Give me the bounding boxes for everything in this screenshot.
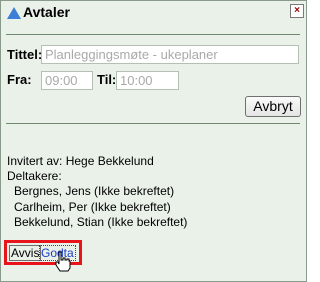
to-time-input[interactable] [116, 71, 179, 90]
participant-item: Bekkelund, Stian (Ikke bekreftet) [14, 215, 188, 229]
dialog-title: Avtaler [23, 4, 70, 20]
participant-item: Carlheim, Per (Ikke bekreftet) [14, 200, 171, 214]
hand-cursor-icon [55, 251, 71, 272]
participant-item: Bergnes, Jens (Ikke bekreftet) [14, 184, 175, 198]
from-field-label: Fra: [7, 72, 32, 87]
invited-by-text: Invitert av: Hege Bekkelund [7, 154, 154, 168]
appointments-dialog: Avtaler × Tittel: Fra: Til: Avbryt Invit… [0, 0, 307, 282]
decline-link[interactable]: Avvis [9, 245, 42, 261]
participants-heading: Deltakere: [7, 169, 62, 183]
from-time-input[interactable] [41, 71, 93, 90]
title-field-label: Tittel: [7, 47, 43, 62]
divider-top [6, 34, 300, 35]
close-icon[interactable]: × [290, 4, 304, 18]
to-field-label: Til: [97, 72, 117, 87]
cancel-button[interactable]: Avbryt [245, 96, 301, 117]
triangle-up-icon [7, 7, 21, 19]
divider-middle [6, 123, 300, 124]
dialog-titlebar[interactable]: Avtaler × [2, 2, 305, 22]
title-input[interactable] [41, 45, 299, 64]
